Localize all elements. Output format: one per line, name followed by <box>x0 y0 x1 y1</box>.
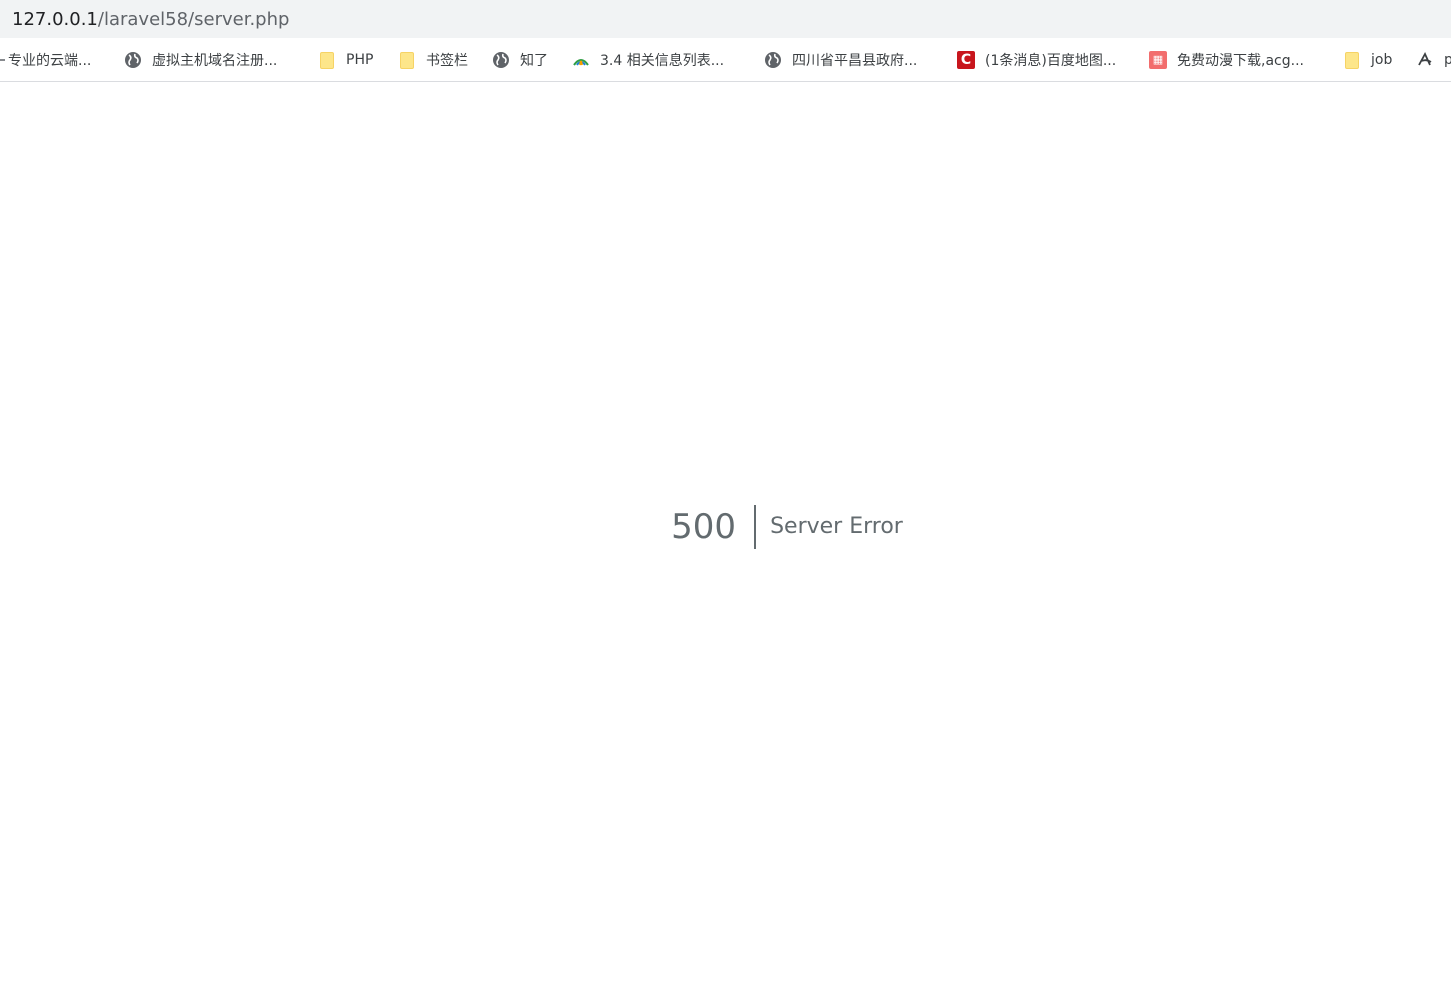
bookmark-label: job <box>1371 52 1393 68</box>
bookmarks-bar: 专业的云端... 虚拟主机域名注册... PHP 书签栏 知了 3.4 相关信息… <box>0 38 1451 82</box>
site-logo-icon <box>572 51 590 69</box>
bookmark-label: PHP <box>346 52 374 68</box>
bookmark-item[interactable]: p <box>1416 38 1451 81</box>
partial-icon <box>0 51 6 69</box>
globe-icon <box>124 51 142 69</box>
csdn-logo-icon: C <box>957 51 975 69</box>
bookmark-label: p <box>1444 52 1451 68</box>
error-block: 500 Server Error <box>671 504 903 549</box>
bookmark-label: 免费动漫下载,acg... <box>1177 53 1304 69</box>
bookmark-label: (1条消息)百度地图... <box>985 53 1117 69</box>
folder-icon <box>1343 51 1361 69</box>
folder-icon <box>398 51 416 69</box>
bookmark-item[interactable]: 3.4 相关信息列表... <box>572 38 725 81</box>
url-path: /laravel58/server.php <box>97 8 290 30</box>
address-bar[interactable]: 127.0.0.1/laravel58/server.php <box>0 0 1451 38</box>
url-host: 127.0.0.1 <box>12 8 98 30</box>
bookmark-item[interactable]: 知了 <box>492 38 548 81</box>
bookmark-item[interactable]: job <box>1343 38 1393 81</box>
bookmark-label: 3.4 相关信息列表... <box>600 53 725 69</box>
bookmark-item[interactable]: C (1条消息)百度地图... <box>957 38 1117 81</box>
bookmark-item[interactable]: 专业的云端... <box>0 38 92 81</box>
bookmark-label: 专业的云端... <box>8 53 92 69</box>
bookmark-label: 虚拟主机域名注册... <box>152 53 278 69</box>
bookmark-item[interactable]: 书签栏 <box>398 38 468 81</box>
bookmark-label: 知了 <box>520 53 548 69</box>
bookmark-label: 书签栏 <box>426 53 468 69</box>
bookmark-item[interactable]: PHP <box>318 38 374 81</box>
bookmark-item[interactable]: 四川省平昌县政府... <box>764 38 918 81</box>
globe-icon <box>764 51 782 69</box>
error-page: 500 Server Error <box>0 82 1451 981</box>
globe-icon <box>492 51 510 69</box>
site-logo-icon <box>1416 51 1434 69</box>
folder-icon <box>318 51 336 69</box>
error-message: Server Error <box>770 514 903 539</box>
bookmark-item[interactable]: 虚拟主机域名注册... <box>124 38 278 81</box>
error-code: 500 <box>671 504 757 549</box>
site-logo-icon: ▦ <box>1149 51 1167 69</box>
bookmark-label: 四川省平昌县政府... <box>792 53 918 69</box>
bookmark-item[interactable]: ▦ 免费动漫下载,acg... <box>1149 38 1304 81</box>
